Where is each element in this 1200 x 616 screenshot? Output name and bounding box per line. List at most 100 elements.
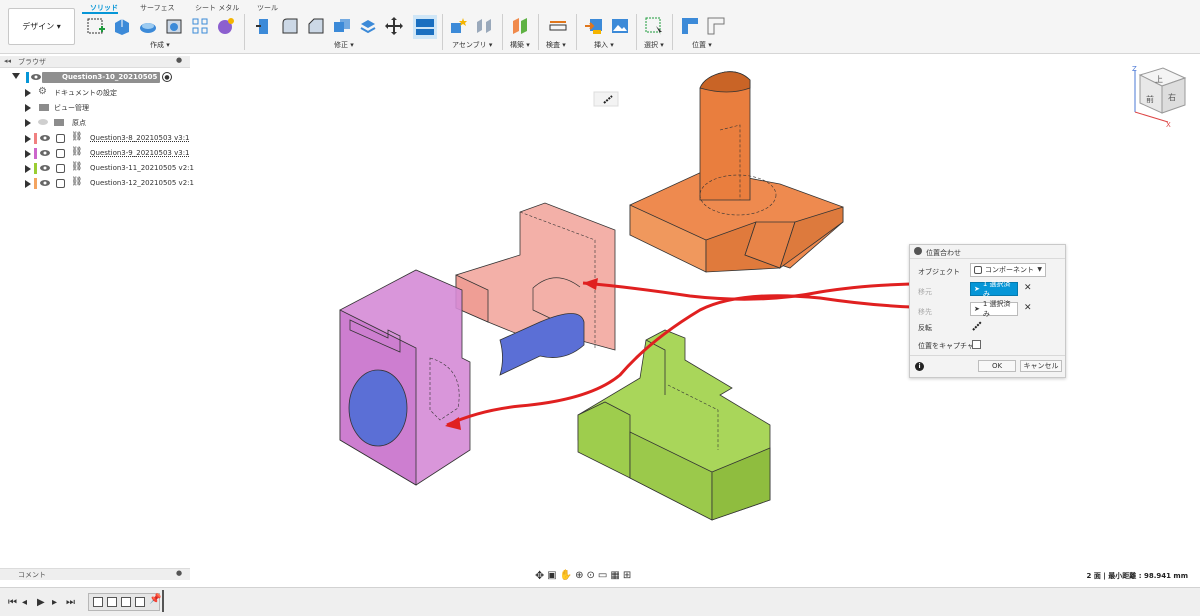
timeline-feature-icon[interactable] (93, 597, 103, 607)
expand-triangle-icon[interactable] (25, 104, 31, 112)
expand-triangle-icon[interactable] (25, 180, 31, 188)
chamfer-icon[interactable] (306, 16, 326, 36)
collapse-icon[interactable]: ◂◂ (4, 57, 11, 65)
go-to-start-icon[interactable]: ⏮ (8, 597, 17, 608)
combine-icon[interactable] (332, 16, 352, 36)
create-group-label[interactable]: 作成 ▾ (150, 40, 170, 50)
info-icon[interactable]: i (915, 362, 924, 371)
joint-icon[interactable] (474, 16, 494, 36)
insert-group-label[interactable]: 挿入 ▾ (594, 40, 614, 50)
activate-radio-icon[interactable]: ● (162, 72, 172, 82)
visibility-eye-icon[interactable] (40, 179, 50, 187)
expand-triangle-icon[interactable] (25, 165, 31, 173)
inspect-group-label[interactable]: 検査 ▾ (546, 40, 566, 50)
move-copy-icon[interactable] (384, 16, 404, 36)
browser-item-origin[interactable]: 原点 (0, 116, 190, 130)
visibility-eye-icon[interactable] (40, 134, 50, 142)
expand-triangle-icon[interactable] (25, 150, 31, 158)
tab-sheet-metal[interactable]: シート メタル (195, 3, 239, 13)
expand-triangle-icon[interactable] (25, 135, 31, 143)
clear-from-selection-icon[interactable]: ✕ (1024, 283, 1032, 293)
fit-icon[interactable]: ⊙ (587, 570, 595, 581)
modify-group-label[interactable]: 修正 ▾ (334, 40, 354, 50)
viewports-icon[interactable]: ⊞ (623, 570, 631, 581)
tab-tools[interactable]: ツール (257, 3, 278, 13)
pattern-icon[interactable] (190, 16, 210, 36)
expand-triangle-icon[interactable] (25, 119, 31, 127)
browser-item-document-settings[interactable]: ⚙ ドキュメントの設定 (0, 86, 190, 100)
window-select-icon[interactable] (644, 16, 664, 36)
pan-icon[interactable]: ✋ (560, 570, 572, 581)
capture-position-icon[interactable] (680, 16, 700, 36)
offset-plane-icon[interactable] (510, 16, 530, 36)
dialog-title-bar[interactable]: 位置合わせ (910, 245, 1065, 259)
comments-panel[interactable]: コメント ● (0, 568, 190, 580)
cancel-button[interactable]: キャンセル (1020, 360, 1062, 372)
timeline-marker[interactable] (162, 590, 164, 612)
capture-position-checkbox[interactable] (972, 340, 981, 349)
assemble-group-label[interactable]: アセンブリ ▾ (452, 40, 492, 50)
revert-position-icon[interactable] (706, 16, 726, 36)
new-component-icon[interactable] (448, 16, 468, 36)
orange-part[interactable] (629, 71, 844, 273)
green-part[interactable] (577, 329, 771, 521)
measure-icon[interactable] (548, 16, 568, 36)
timeline-feature-icon[interactable] (107, 597, 117, 607)
browser-item-component[interactable]: ⛓ Question3-11_20210505 v2:1 (0, 162, 194, 176)
press-pull-icon[interactable] (254, 16, 274, 36)
display-settings-icon[interactable]: ▭ (598, 570, 607, 581)
expand-triangle-icon[interactable] (25, 89, 31, 97)
orbit-icon[interactable]: ✥ (535, 569, 544, 582)
create-form-icon[interactable] (216, 16, 236, 36)
toolbar-divider (244, 14, 245, 50)
construct-group-label[interactable]: 構築 ▾ (510, 40, 530, 50)
timeline-feature-icon[interactable] (121, 597, 131, 607)
object-dropdown[interactable]: コンポーネント ▼ (970, 263, 1046, 277)
go-to-end-icon[interactable]: ⏭ (66, 597, 75, 608)
browser-item-component[interactable]: ⛓ Question3-12_20210505 v2:1 (0, 177, 194, 191)
to-selection-button[interactable]: ➤ 1 選択済み (970, 300, 1018, 318)
browser-panel-header[interactable]: ◂◂ ブラウザ ● (0, 56, 190, 68)
revolve-icon[interactable] (138, 16, 158, 36)
insert-image-icon[interactable] (610, 16, 630, 36)
timeline-feature-icon[interactable] (135, 597, 145, 607)
step-forward-icon[interactable]: ▸ (52, 597, 57, 608)
visibility-eye-icon[interactable] (38, 118, 48, 126)
play-icon[interactable]: ▶ (37, 597, 45, 608)
zoom-icon[interactable]: ⊕ (575, 570, 583, 581)
add-comment-icon[interactable]: ● (176, 569, 182, 577)
flip-icon[interactable] (972, 321, 982, 331)
root-component-label[interactable]: Question3-10_20210505 v3 (62, 73, 169, 81)
insert-derive-icon[interactable] (584, 16, 604, 36)
ok-button[interactable]: OK (978, 360, 1016, 372)
collapse-dialog-icon[interactable] (914, 247, 922, 255)
visibility-eye-icon[interactable] (40, 164, 50, 172)
position-group-label[interactable]: 位置 ▾ (692, 40, 712, 50)
shell-icon[interactable] (164, 16, 184, 36)
grid-settings-icon[interactable]: ▦ (610, 570, 619, 581)
split-body-icon[interactable] (358, 16, 378, 36)
clear-to-selection-icon[interactable]: ✕ (1024, 303, 1032, 313)
visibility-eye-icon[interactable] (40, 149, 50, 157)
step-back-icon[interactable]: ◂ (22, 597, 27, 608)
tab-surface[interactable]: サーフェス (140, 3, 175, 13)
browser-item-views[interactable]: ビュー管理 (0, 101, 190, 115)
select-group-label[interactable]: 選択 ▾ (644, 40, 664, 50)
fillet-icon[interactable] (280, 16, 300, 36)
visibility-eye-icon[interactable] (31, 73, 41, 81)
timeline-pin-icon[interactable]: 📌 (149, 594, 161, 605)
browser-item-component[interactable]: ⛓ Question3-9_20210503 v3:1 (0, 147, 190, 161)
workspace-dropdown[interactable]: デザイン ▾ (8, 8, 75, 45)
browser-root-row[interactable]: Question3-10_20210505 v3 ● (0, 71, 190, 85)
salmon-part[interactable] (455, 202, 616, 376)
panel-toggle-icon[interactable]: ● (176, 56, 182, 64)
magenta-part[interactable] (339, 269, 471, 486)
align-icon[interactable] (413, 15, 437, 39)
expand-triangle-icon[interactable] (12, 73, 20, 79)
new-sketch-icon[interactable] (86, 16, 106, 36)
browser-item-component[interactable]: ⛓ Question3-8_20210503 v3:1 (0, 132, 190, 146)
flip-marker[interactable] (593, 91, 619, 107)
look-at-icon[interactable]: ▣ (547, 570, 556, 581)
extrude-icon[interactable] (112, 16, 132, 36)
from-selection-button[interactable]: ➤ 1 選択済み (970, 280, 1018, 298)
